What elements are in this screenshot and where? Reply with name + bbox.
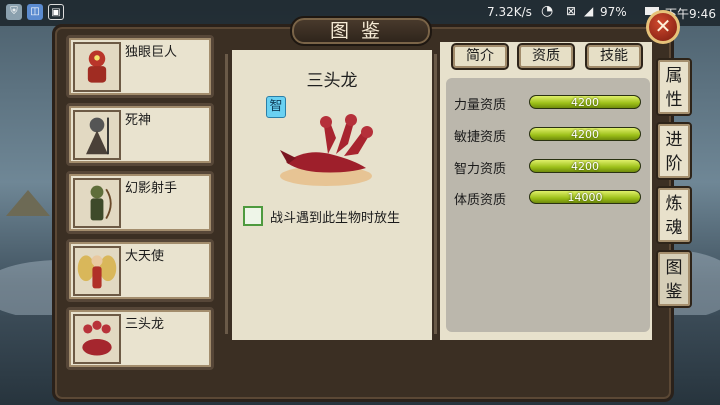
reaper-portrait [73,110,121,160]
creature-name: 独眼巨人 [125,45,178,60]
side-tab-bestiary[interactable]: 图 鉴 [656,250,692,308]
shield-app-icon: ⛨ [6,4,22,20]
phantom-archer-portrait [73,178,121,228]
divider [225,54,228,334]
creature-detail [232,50,432,340]
creature-list-item[interactable]: 幻影射手 [66,171,214,234]
stat-label-constitution: 体质资质 [454,193,507,208]
stat-label-intelligence: 智力资质 [454,162,507,177]
hydra-image [266,98,384,192]
stat-value: 14000 [567,191,603,204]
creature-list-item[interactable]: 死神 [66,103,214,166]
tab-aptitude[interactable]: 资质 [517,43,575,70]
tab-skills[interactable]: 技能 [585,43,643,70]
creature-name: 三头龙 [125,317,165,332]
hydra-portrait [73,314,121,364]
creature-name: 死神 [125,113,152,128]
wifi-icon: ◔ [541,3,554,19]
stat-label-agility: 敏捷资质 [454,130,507,145]
notification-app-icon: ◫ [27,4,43,20]
side-tab-attributes[interactable]: 属 性 [656,58,692,116]
tab-intro[interactable]: 简介 [451,43,509,70]
divider [434,54,437,334]
creature-name: 大天使 [125,249,165,264]
signal-icon: ◢ [584,4,594,18]
dialog-title: 图鉴 [290,16,432,46]
battery-percent: 97% [600,5,627,19]
stat-value: 4200 [571,160,599,173]
stat-bar-agility: 4200 [529,127,641,141]
creature-list-item[interactable]: 大天使 [66,239,214,302]
stat-bar-constitution: 14000 [529,190,641,204]
stat-bar-strength: 4200 [529,95,641,109]
side-tab-refine-soul[interactable]: 炼 魂 [656,186,692,244]
status-left-icons: ⛨ ◫ ▣ [6,4,64,20]
close-button[interactable]: ✕ [646,10,680,44]
archangel-portrait [73,246,121,296]
stat-value: 4200 [571,96,599,109]
stat-value: 4200 [571,128,599,141]
release-checkbox-label: 战斗遇到此生物时放生 [270,211,401,226]
creature-list-item[interactable]: 三头龙 [66,307,214,370]
image-app-icon: ▣ [48,4,64,20]
side-tab-advance[interactable]: 进 阶 [656,122,692,180]
stat-bar-intelligence: 4200 [529,159,641,173]
background-tent [6,190,50,216]
creature-list: 独眼巨人 死神 幻影射手 大天使 三头龙 [66,30,220,395]
creature-name: 幻影射手 [125,181,178,196]
selected-creature-name: 三头龙 [306,71,358,91]
net-speed: 7.32K/s [487,5,532,19]
stat-label-strength: 力量资质 [454,98,507,113]
cyclops-portrait [73,42,121,92]
release-checkbox[interactable] [243,206,263,226]
mute-icon: ⊠ [566,4,577,18]
creature-list-item[interactable]: 独眼巨人 [66,35,214,98]
